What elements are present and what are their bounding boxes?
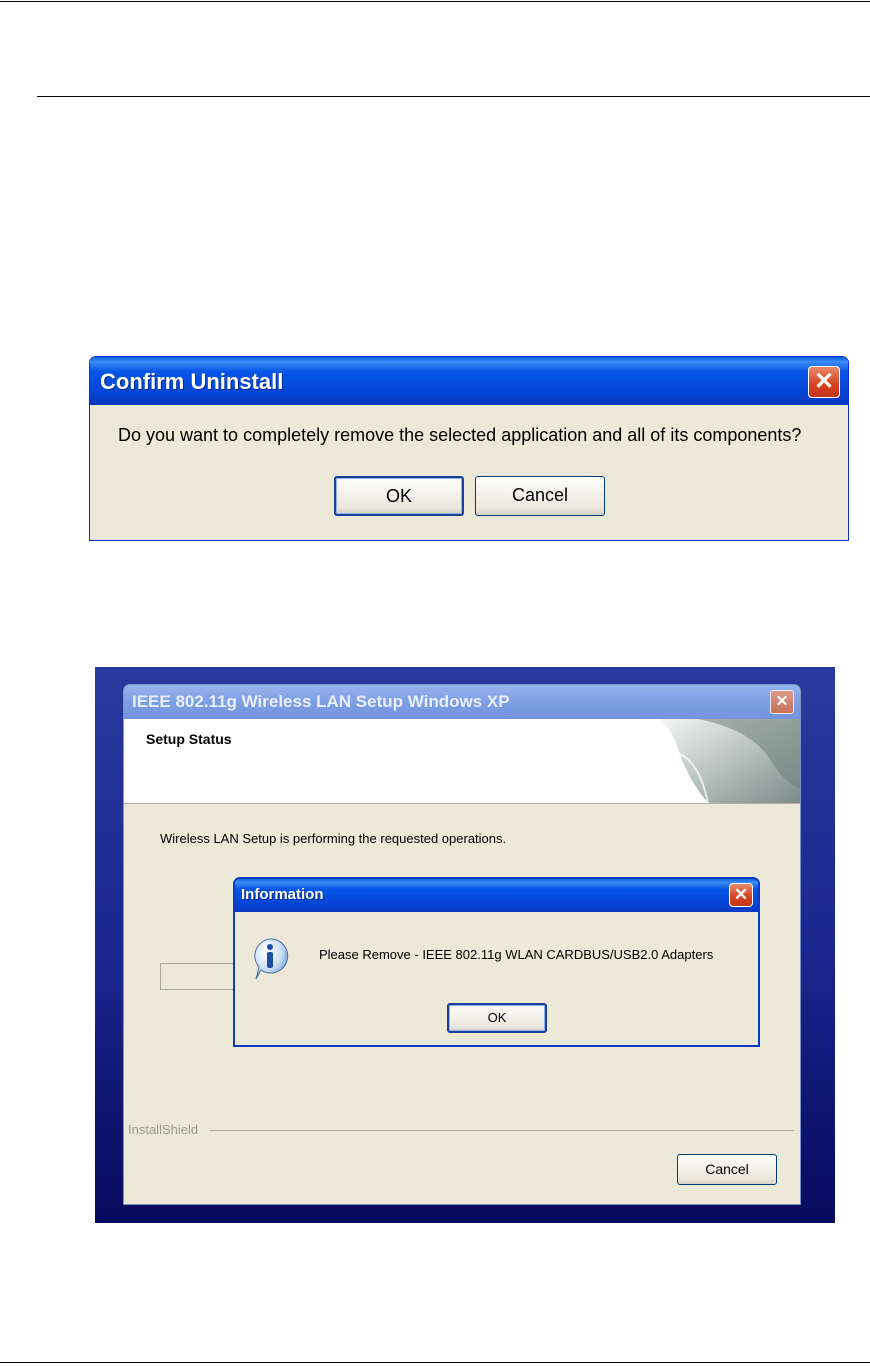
footer-rule: [0, 1362, 870, 1363]
close-icon[interactable]: ✕: [808, 366, 840, 398]
installshield-label: InstallShield: [128, 1122, 199, 1137]
close-glyph: ✕: [813, 368, 835, 395]
confirm-uninstall-dialog: Confirm Uninstall ✕ Do you want to compl…: [89, 356, 849, 541]
ok-button[interactable]: OK: [447, 1003, 547, 1033]
information-dialog: Information ✕ Please Remove - IEEE 802.1…: [233, 877, 760, 1047]
setup-title-bar[interactable]: IEEE 802.11g Wireless LAN Setup Windows …: [124, 685, 800, 719]
setup-screenshot: IEEE 802.11g Wireless LAN Setup Windows …: [95, 667, 835, 1223]
info-message: Please Remove - IEEE 802.11g WLAN CARDBU…: [319, 947, 714, 962]
top-rule: [0, 1, 870, 2]
cancel-button[interactable]: Cancel: [475, 476, 605, 516]
information-icon: [254, 938, 289, 980]
setup-header: Setup Status: [124, 719, 800, 804]
header-rule: [37, 96, 870, 97]
page-curl-icon: [660, 719, 800, 803]
setup-window: IEEE 802.11g Wireless LAN Setup Windows …: [123, 684, 801, 1205]
close-icon[interactable]: ✕: [770, 690, 794, 714]
setup-title: IEEE 802.11g Wireless LAN Setup Windows …: [132, 692, 510, 711]
confirm-title-bar[interactable]: Confirm Uninstall ✕: [90, 357, 848, 405]
close-glyph: ✕: [775, 693, 789, 710]
footer-divider: [210, 1130, 794, 1131]
header-title: Setup Status: [146, 731, 232, 747]
info-title-bar[interactable]: Information ✕: [235, 879, 758, 912]
close-glyph: ✕: [733, 885, 749, 904]
confirm-title: Confirm Uninstall: [100, 369, 284, 394]
ok-button[interactable]: OK: [334, 476, 464, 516]
info-title: Information: [241, 886, 324, 903]
status-text: Wireless LAN Setup is performing the req…: [160, 831, 507, 846]
confirm-message: Do you want to completely remove the sel…: [118, 425, 802, 445]
close-icon[interactable]: ✕: [729, 883, 753, 907]
cancel-button[interactable]: Cancel: [677, 1154, 777, 1185]
